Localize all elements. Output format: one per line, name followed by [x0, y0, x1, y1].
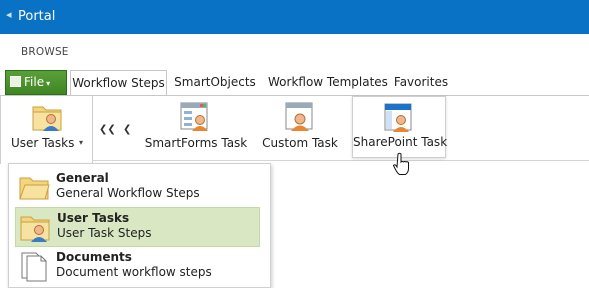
documents-icon [21, 252, 47, 282]
title-bar: ◂ Portal [0, 0, 589, 34]
custom-task-button[interactable]: Custom Task [258, 96, 342, 158]
user-tasks-label: User Tasks [11, 136, 75, 150]
sharepoint-task-icon [384, 103, 412, 132]
tab-workflow-steps[interactable]: Workflow Steps [70, 70, 167, 96]
tab-workflow-templates[interactable]: Workflow Templates [268, 70, 388, 95]
menu-item-documents[interactable]: Documents Document workflow steps [15, 247, 260, 287]
file-button-label: File [24, 75, 45, 89]
folder-icon [19, 177, 50, 200]
menu-item-user-tasks[interactable]: User Tasks User Task Steps [15, 207, 260, 247]
sharepoint-task-button[interactable]: SharePoint Task [352, 96, 448, 158]
custom-task-label: Custom Task [262, 136, 338, 150]
sharepoint-task-label: SharePoint Task [353, 135, 448, 149]
browse-label: BROWSE [21, 46, 69, 58]
hand-cursor-icon [392, 152, 409, 175]
chevron-down-icon[interactable]: ▾ [79, 138, 83, 147]
menu-item-title: General [56, 171, 109, 185]
previous-page-button[interactable]: ❮ [123, 124, 131, 135]
menu-item-subtitle: General Workflow Steps [56, 186, 200, 200]
menu-item-subtitle: Document workflow steps [56, 265, 212, 279]
tab-favorites[interactable]: Favorites [392, 70, 450, 95]
chevron-down-icon: ▾ [46, 79, 51, 88]
smartforms-task-icon [180, 102, 208, 131]
folder-user-icon [20, 216, 50, 242]
menu-item-subtitle: User Task Steps [57, 226, 152, 240]
page-title[interactable]: Portal [18, 9, 55, 24]
tab-smartobjects[interactable]: SmartObjects [172, 70, 258, 95]
back-arrow-icon[interactable]: ◂ [6, 8, 12, 21]
menu-item-general[interactable]: General General Workflow Steps [15, 168, 260, 208]
smartforms-task-button[interactable]: SmartForms Task [142, 96, 250, 158]
file-button[interactable]: File ▾ [5, 70, 67, 95]
custom-task-icon [285, 102, 313, 131]
category-dropdown: General General Workflow Steps User Task… [8, 163, 271, 288]
smartforms-task-label: SmartForms Task [144, 136, 248, 150]
first-page-button[interactable]: ❮❮ [99, 124, 116, 135]
folder-user-icon [32, 106, 62, 131]
menu-item-title: Documents [56, 250, 132, 264]
user-tasks-button[interactable]: User Tasks ▾ [0, 96, 93, 164]
menu-item-title: User Tasks [57, 211, 130, 225]
file-icon [10, 76, 21, 87]
